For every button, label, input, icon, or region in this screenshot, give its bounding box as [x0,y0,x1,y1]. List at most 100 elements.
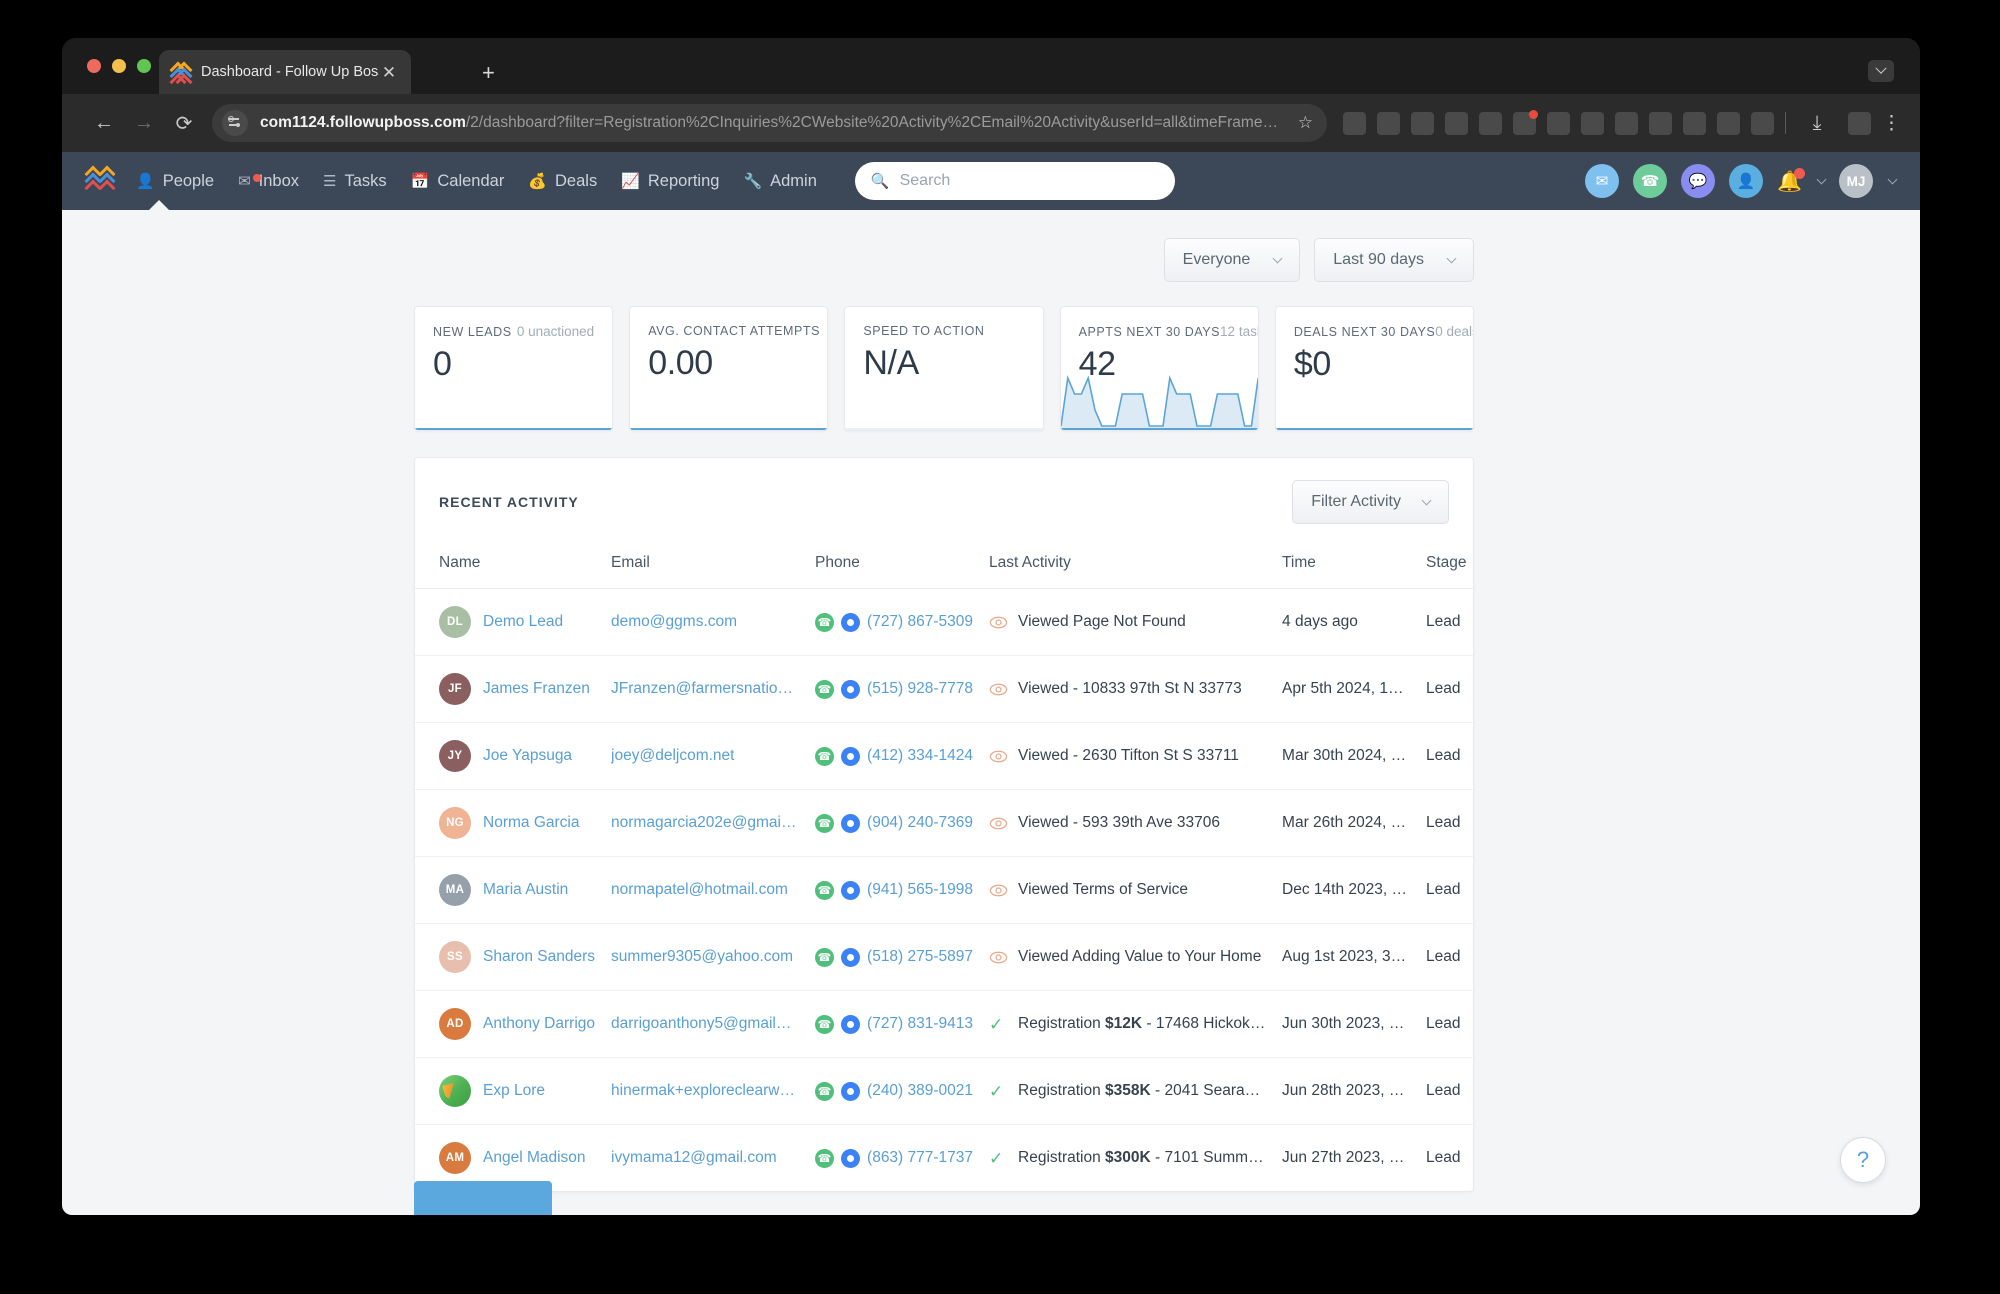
new-tab-button[interactable]: + [482,62,495,84]
contact-name-link[interactable]: Anthony Darrigo [483,1015,595,1033]
call-icon[interactable]: ☎ [815,1148,835,1168]
site-info-icon[interactable] [222,110,248,136]
text-message-icon[interactable] [841,679,861,699]
phone-link[interactable]: (863) 777-1737 [867,1149,973,1167]
text-message-icon[interactable] [841,1148,861,1168]
call-icon[interactable]: ☎ [815,746,835,766]
phone-link[interactable]: (904) 240-7369 [867,814,973,832]
call-icon[interactable]: ☎ [815,1014,835,1034]
back-button[interactable]: ← [84,112,124,135]
time-filter-dropdown[interactable]: Last 90 days [1314,238,1474,282]
table-row[interactable]: SS Sharon Sanders summer9305@yahoo.com ☎ (51… [415,923,1473,991]
table-row[interactable]: DL Demo Lead demo@ggms.com ☎ (727) 867-5309 V… [415,588,1473,656]
help-button[interactable]: ? [1840,1137,1886,1183]
email-link[interactable]: demo@ggms.com [611,613,737,631]
user-filter-dropdown[interactable]: Everyone [1163,238,1301,282]
text-message-icon[interactable] [841,1081,861,1101]
extension-icon-8[interactable] [1581,111,1604,135]
nav-item-people[interactable]: 👤 People [136,172,214,191]
extension-icon-3[interactable] [1411,111,1434,135]
close-tab-icon[interactable]: ✕ [379,64,399,81]
address-bar[interactable]: com1124.followupboss.com/2/dashboard?fil… [212,104,1327,142]
extension-icon-5[interactable] [1479,111,1502,135]
email-link[interactable]: summer9305@yahoo.com [611,948,793,966]
extension-icon-11[interactable] [1683,111,1706,135]
extension-icon-4[interactable] [1445,111,1468,135]
kpi-card-speed-to-action[interactable]: SPEED TO ACTION N/A [844,306,1044,431]
search-input[interactable] [899,172,1159,190]
kpi-card-avg-contact-attempts[interactable]: AVG. CONTACT ATTEMPTS 0.00 [629,306,829,431]
table-row[interactable]: AM Angel Madison ivymama12@gmail.com ☎ (863)… [415,1125,1473,1192]
text-message-icon[interactable] [841,813,861,833]
forward-button[interactable]: → [124,112,164,135]
extension-icon-10[interactable] [1649,111,1672,135]
email-action-icon[interactable]: ✉ [1585,164,1620,198]
column-header-name[interactable]: Name [415,544,604,589]
call-icon[interactable]: ☎ [815,1081,835,1101]
add-person-action-icon[interactable]: 👤 [1729,164,1764,198]
nav-item-calendar[interactable]: 📅 Calendar [411,172,505,191]
phone-link[interactable]: (515) 928-7778 [867,680,973,698]
extension-icon-12[interactable] [1717,111,1740,135]
extension-icon-1[interactable] [1343,111,1366,135]
call-icon[interactable]: ☎ [815,612,835,632]
phone-link[interactable]: (727) 831-9413 [867,1015,973,1033]
column-header-phone[interactable]: Phone [807,544,982,589]
text-message-icon[interactable] [841,612,861,632]
global-search[interactable]: 🔍 [854,162,1175,200]
email-link[interactable]: ivymama12@gmail.com [611,1149,777,1167]
profile-avatar-icon[interactable] [1848,111,1871,135]
close-window-button[interactable] [87,59,101,73]
load-more-button[interactable] [414,1181,552,1215]
text-message-icon[interactable] [841,746,861,766]
phone-link[interactable]: (240) 389-0021 [867,1082,973,1100]
call-icon[interactable]: ☎ [815,880,835,900]
table-row[interactable]: Exp Lore hinermak+exploreclearw… ☎ (240) 38… [415,1057,1473,1125]
contact-name-link[interactable]: Joe Yapsuga [483,747,572,765]
text-message-icon[interactable] [841,947,861,967]
nav-item-inbox[interactable]: ✉ Inbox [238,172,299,191]
table-row[interactable]: NG Norma Garcia normagarcia202e@gmail… ☎ (90… [415,789,1473,857]
column-header-email[interactable]: Email [603,544,808,589]
extension-icon-6[interactable] [1513,109,1538,135]
phone-link[interactable]: (941) 565-1998 [867,881,973,899]
column-header-stage[interactable]: Stage [1418,544,1473,589]
email-link[interactable]: normagarcia202e@gmail… [611,814,799,832]
call-icon[interactable]: ☎ [815,947,835,967]
kpi-card-appts-next-30-days[interactable]: APPTS NEXT 30 DAYS 12 tasks 42 [1059,306,1259,431]
contact-name-link[interactable]: James Franzen [483,680,590,698]
kpi-card-deals-next-30-days[interactable]: DEALS NEXT 30 DAYS 0 deals $0 [1274,306,1475,431]
user-avatar[interactable]: MJ [1839,164,1873,198]
email-link[interactable]: JFranzen@farmersnation… [611,680,799,698]
contact-name-link[interactable]: Sharon Sanders [483,948,595,966]
reload-button[interactable]: ⟳ [164,111,204,136]
nav-item-deals[interactable]: 💰 Deals [528,172,597,191]
maximize-window-button[interactable] [137,59,151,73]
downloads-icon[interactable]: ⤓ [1797,112,1837,135]
text-message-icon[interactable] [841,880,861,900]
tab-list-chevron-down-icon[interactable] [1868,60,1894,82]
filter-activity-dropdown[interactable]: Filter Activity [1292,480,1449,524]
column-header-last-activity[interactable]: Last Activity [981,544,1275,589]
phone-link[interactable]: (518) 275-5897 [867,948,973,966]
extension-icon-13[interactable] [1751,111,1774,135]
table-row[interactable]: JY Joe Yapsuga joey@deljcom.net ☎ (412) 334-… [415,722,1473,790]
contact-name-link[interactable]: Maria Austin [483,881,568,899]
nav-item-reporting[interactable]: 📈 Reporting [621,172,719,191]
contact-name-link[interactable]: Demo Lead [483,613,563,631]
message-action-icon[interactable]: 💬 [1681,164,1716,198]
contact-name-link[interactable]: Exp Lore [483,1082,545,1100]
contact-name-link[interactable]: Norma Garcia [483,814,579,832]
email-link[interactable]: normapatel@hotmail.com [611,881,788,899]
user-menu-chevron-down-icon[interactable] [1887,174,1898,185]
browser-menu-icon[interactable]: ⋮ [1882,112,1901,135]
notifications-button[interactable]: 🔔 [1777,167,1805,194]
extension-icon-9[interactable] [1615,111,1638,135]
call-icon[interactable]: ☎ [815,679,835,699]
notifications-chevron-down-icon[interactable] [1816,174,1827,185]
extension-icon-2[interactable] [1377,111,1400,135]
kpi-card-new-leads[interactable]: NEW LEADS 0 unactioned 0 [414,306,614,431]
browser-tab[interactable]: Dashboard - Follow Up Boss ✕ [159,50,411,94]
minimize-window-button[interactable] [112,59,126,73]
email-link[interactable]: joey@deljcom.net [611,747,734,765]
